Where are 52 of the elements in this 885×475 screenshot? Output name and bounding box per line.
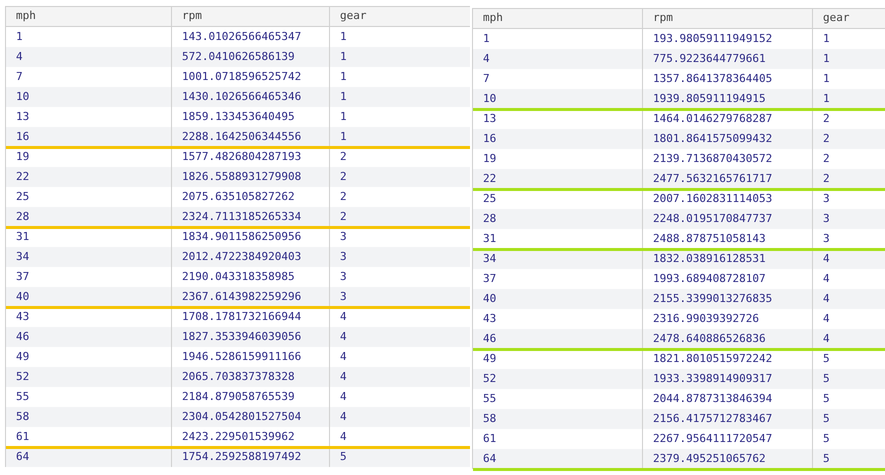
table-cell-text: 1 bbox=[15, 28, 24, 45]
column-header[interactable]: rpm bbox=[642, 9, 812, 28]
table-cell-text: 7 bbox=[482, 70, 491, 87]
table-cell-text: 22 bbox=[15, 168, 30, 185]
table-cell-text: 43 bbox=[482, 310, 498, 327]
table-cell-text: 61 bbox=[15, 428, 30, 445]
table-cell-text: 10 bbox=[15, 88, 30, 105]
table-cell-text: 10 bbox=[482, 90, 498, 107]
table-cell-text: 55 bbox=[482, 390, 498, 407]
table-cell-text: 7 bbox=[15, 68, 24, 85]
table-cell-text: 25 bbox=[15, 188, 30, 205]
table-cell-text: 40 bbox=[15, 288, 30, 305]
table-cell-text: 58 bbox=[15, 408, 30, 425]
table-cell-text: 52 bbox=[15, 368, 30, 385]
table-cell-text: 31 bbox=[482, 230, 498, 247]
table-cell-text: 49 bbox=[482, 350, 498, 367]
table-cell-text: 13 bbox=[482, 110, 498, 127]
column-header[interactable]: mph bbox=[6, 7, 171, 26]
table-cell-text: 28 bbox=[15, 208, 30, 225]
table-cell: 1754.2592588197492 bbox=[171, 447, 329, 467]
table-cell-text: 55 bbox=[15, 388, 30, 405]
table-cell-text: 19 bbox=[15, 148, 30, 165]
table-cell-text: 37 bbox=[482, 270, 498, 287]
column-header[interactable]: gear bbox=[812, 9, 885, 28]
table-cell: 5 bbox=[329, 447, 470, 467]
table-cell-text: 49 bbox=[15, 348, 30, 365]
table-cell-text: 40 bbox=[482, 290, 498, 307]
column-header[interactable]: mph bbox=[473, 9, 642, 28]
table-cell-text: 43 bbox=[15, 308, 30, 325]
table-cell-text: 46 bbox=[482, 330, 498, 347]
table-cell-text: 31 bbox=[15, 228, 30, 245]
table-cell-text: 34 bbox=[482, 250, 498, 267]
table-cell-text: 28 bbox=[482, 210, 498, 227]
table-cell-text: 22 bbox=[482, 170, 498, 187]
table-cell-text: 4 bbox=[15, 48, 24, 65]
table-cell-text: 46 bbox=[15, 328, 30, 345]
table-cell-text: 61 bbox=[482, 430, 498, 447]
column-header[interactable]: rpm bbox=[171, 7, 329, 26]
table-cell-text: 1 bbox=[482, 30, 491, 47]
table-cell-text: 4 bbox=[482, 50, 491, 67]
table-cell-text: 16 bbox=[482, 130, 498, 147]
table-cell-text: 16 bbox=[15, 128, 30, 145]
table-cell-text: 25 bbox=[482, 190, 498, 207]
table-cell-text: 34 bbox=[15, 248, 30, 265]
table-cell-text: 58 bbox=[482, 410, 498, 427]
table-cell-text: 52 bbox=[482, 370, 498, 387]
table-cell-text: 64 bbox=[482, 450, 498, 467]
column-header[interactable]: gear bbox=[329, 7, 470, 26]
table-cell-text: 19 bbox=[482, 150, 498, 167]
table-cell-text: 64 bbox=[15, 448, 30, 465]
table-cell-text: 37 bbox=[15, 268, 30, 285]
table-cell-text: 13 bbox=[15, 108, 30, 125]
